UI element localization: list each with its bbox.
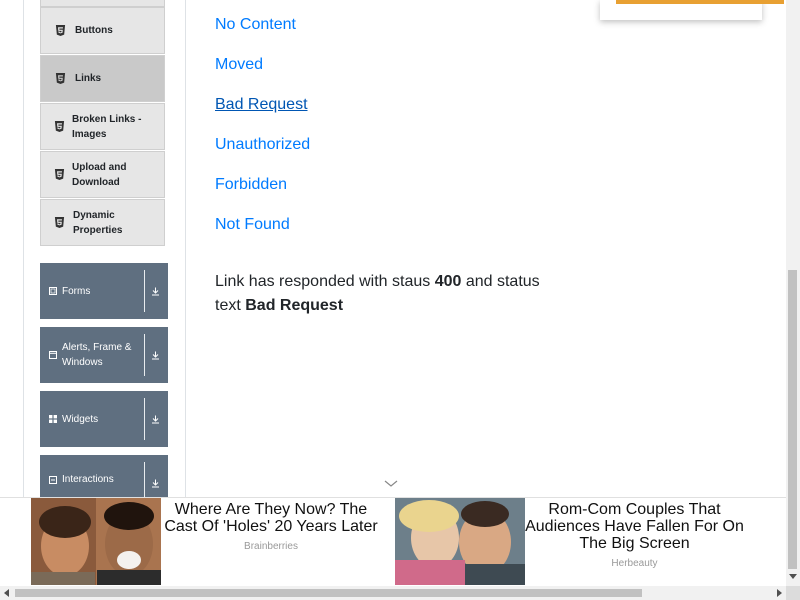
download-arrow-icon[interactable] (149, 455, 161, 497)
interactions-icon (49, 476, 57, 484)
download-arrow-icon[interactable] (149, 263, 161, 319)
window-icon (49, 351, 57, 359)
sidebar-group-interactions[interactable]: Interactions (40, 455, 168, 497)
sidebar-group-forms[interactable]: Forms (40, 263, 168, 319)
response-status-text: Bad Request (245, 297, 344, 314)
link-no-content[interactable]: No Content (215, 16, 296, 34)
ad-thumbnail-image (395, 498, 525, 585)
ad-source: Brainberries (244, 541, 298, 552)
link-moved[interactable]: Moved (215, 56, 263, 74)
sidebar-item-label: Dynamic Properties (73, 209, 123, 236)
html5-icon (54, 121, 65, 132)
ad-card-holes[interactable]: Where Are They Now? The Cast Of 'Holes' … (31, 498, 386, 585)
html5-icon (55, 73, 66, 84)
bottom-ad-strip: Where Are They Now? The Cast Of 'Holes' … (0, 497, 786, 587)
response-status-code: 400 (434, 273, 462, 290)
sidebar-group-widgets[interactable]: Widgets (40, 391, 168, 447)
sidebar-item-label: Links (75, 73, 102, 84)
vertical-scroll-thumb[interactable] (788, 270, 797, 569)
link-response-message: Link has responded with staus 400 and st… (215, 270, 565, 318)
sidebar-item-label: Broken Links - Images (72, 113, 142, 140)
link-not-found[interactable]: Not Found (215, 216, 290, 234)
scroll-down-arrow-icon[interactable] (786, 570, 800, 584)
ad-title: Rom-Com Couples That Audiences Have Fall… (525, 501, 744, 552)
horizontal-scrollbar[interactable] (0, 586, 786, 600)
ad-card-romcom[interactable]: Rom-Com Couples That Audiences Have Fall… (395, 498, 756, 585)
sidebar-item-partial[interactable] (40, 0, 165, 7)
sidebar-item-dynamic-properties[interactable]: Dynamic Properties (40, 199, 165, 246)
sidebar-item-links[interactable]: Links (40, 55, 165, 102)
sidebar-group-alerts[interactable]: Alerts, Frame & Windows (40, 327, 168, 383)
ad-source: Herbeauty (611, 558, 658, 569)
sidebar-item-label: Upload and Download (72, 161, 127, 188)
divider (144, 398, 145, 440)
link-unauthorized[interactable]: Unauthorized (215, 136, 310, 154)
sidebar-item-label: Buttons (75, 25, 113, 36)
html5-icon (54, 169, 65, 180)
download-arrow-icon[interactable] (149, 327, 161, 383)
ad-accent-bar (616, 0, 784, 4)
link-bad-request[interactable]: Bad Request (215, 96, 308, 114)
ad-thumbnail-image (31, 498, 161, 585)
vertical-scrollbar[interactable] (786, 0, 800, 586)
html5-icon (54, 217, 65, 228)
scroll-right-arrow-icon[interactable] (772, 586, 786, 600)
ad-title: Where Are They Now? The Cast Of 'Holes' … (164, 501, 378, 535)
sidebar-item-buttons[interactable]: Buttons (40, 7, 165, 54)
scrollbar-corner (786, 586, 800, 600)
chevron-down-icon[interactable] (384, 478, 398, 490)
sidebar-item-upload-download[interactable]: Upload and Download (40, 151, 165, 198)
link-forbidden[interactable]: Forbidden (215, 176, 287, 194)
scroll-left-arrow-icon[interactable] (0, 586, 14, 600)
sidebar-item-broken-links[interactable]: Broken Links - Images (40, 103, 165, 150)
top-ad-banner[interactable] (600, 0, 784, 20)
download-arrow-icon[interactable] (149, 391, 161, 447)
widgets-grid-icon (49, 415, 57, 423)
form-icon (49, 287, 57, 295)
horizontal-scroll-thumb[interactable] (15, 589, 642, 597)
html5-icon (55, 25, 66, 36)
divider (144, 334, 145, 376)
response-prefix: Link has responded with staus (215, 273, 435, 290)
divider (144, 270, 145, 312)
divider (144, 462, 145, 497)
